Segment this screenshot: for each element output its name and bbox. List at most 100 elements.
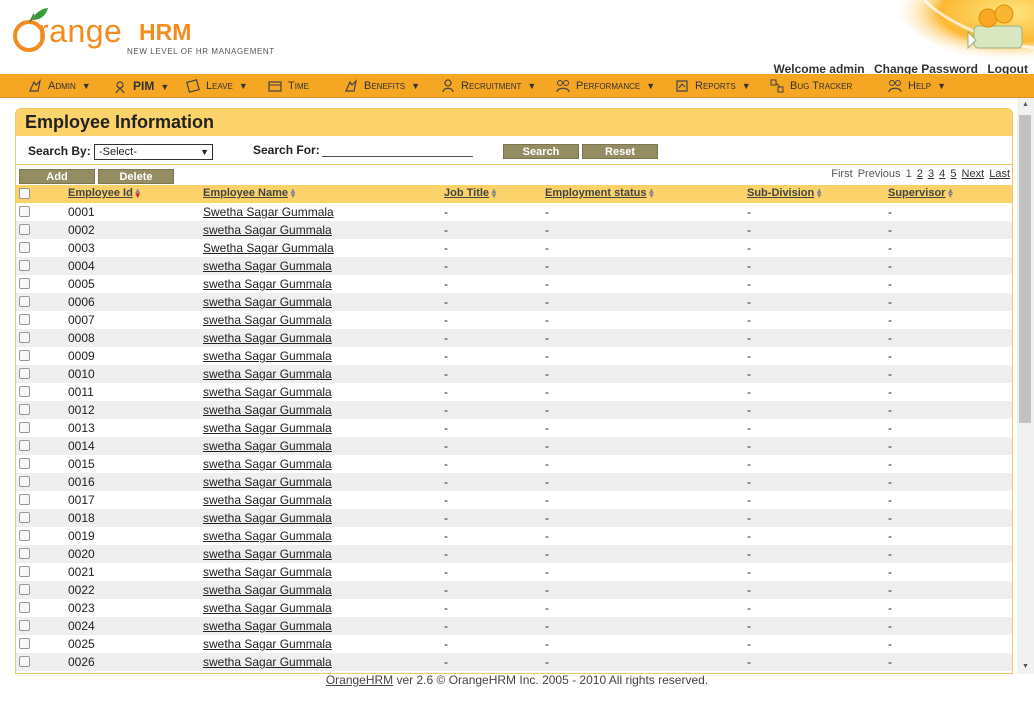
pager-page-4[interactable]: 4 — [939, 168, 945, 180]
footer-orangehrm-link[interactable]: OrangeHRM — [326, 673, 393, 687]
employee-name-link[interactable]: swetha Sagar Gummala — [203, 349, 332, 363]
menu-item-bug-tracker[interactable]: Bug Tracker — [770, 74, 852, 98]
employee-name-link[interactable]: swetha Sagar Gummala — [203, 223, 332, 237]
search-by-select[interactable]: -Select- ▼ — [94, 144, 213, 160]
row-checkbox[interactable] — [19, 566, 30, 577]
row-checkbox[interactable] — [19, 260, 30, 271]
reset-button[interactable]: Reset — [582, 144, 658, 159]
column-employee-name[interactable]: Employee Name ▲ ▼ — [203, 187, 297, 200]
employee-name-link[interactable]: swetha Sagar Gummala — [203, 583, 332, 597]
scroll-down-icon[interactable]: ▼ — [1017, 660, 1034, 674]
row-checkbox[interactable] — [19, 458, 30, 469]
main-menu: Admin ▼ PIM ▼ Leave ▼ Time Benefits ▼ Recrui… — [0, 74, 1034, 98]
employee-name-link[interactable]: swetha Sagar Gummala — [203, 331, 332, 345]
employee-name-link[interactable]: swetha Sagar Gummala — [203, 655, 332, 669]
employee-name-link[interactable]: swetha Sagar Gummala — [203, 295, 332, 309]
row-checkbox[interactable] — [19, 332, 30, 343]
search-for-input[interactable] — [322, 142, 473, 157]
vertical-scrollbar[interactable]: ▲ ▼ — [1017, 98, 1034, 674]
delete-button[interactable]: Delete — [98, 169, 174, 184]
row-checkbox[interactable] — [19, 242, 30, 253]
column-employment-status[interactable]: Employment status ▲ ▼ — [545, 187, 655, 200]
pager-page-5[interactable]: 5 — [950, 168, 956, 180]
employee-id-cell: 0014 — [68, 439, 95, 453]
row-checkbox[interactable] — [19, 584, 30, 595]
row-checkbox[interactable] — [19, 386, 30, 397]
employment-status-cell: - — [545, 385, 549, 399]
chevron-down-icon: ▼ — [646, 81, 656, 91]
employee-name-link[interactable]: swetha Sagar Gummala — [203, 475, 332, 489]
employee-name-link[interactable]: swetha Sagar Gummala — [203, 403, 332, 417]
column-supervisor[interactable]: Supervisor ▲ ▼ — [888, 187, 954, 200]
supervisor-cell: - — [888, 313, 892, 327]
employee-name-link[interactable]: swetha Sagar Gummala — [203, 565, 332, 579]
menu-item-help[interactable]: Help ▼ — [888, 74, 946, 98]
scroll-up-icon[interactable]: ▲ — [1017, 98, 1034, 112]
menu-item-pim[interactable]: PIM ▼ — [113, 74, 169, 98]
job-title-cell: - — [444, 601, 448, 615]
row-checkbox[interactable] — [19, 206, 30, 217]
employee-name-link[interactable]: swetha Sagar Gummala — [203, 619, 332, 633]
pager-next[interactable]: Next — [962, 168, 985, 180]
add-button[interactable]: Add — [19, 169, 95, 184]
employee-name-link[interactable]: swetha Sagar Gummala — [203, 385, 332, 399]
row-checkbox[interactable] — [19, 656, 30, 667]
search-for-label: Search For: — [253, 143, 320, 157]
search-button[interactable]: Search — [503, 144, 579, 159]
employment-status-cell: - — [545, 421, 549, 435]
employee-name-link[interactable]: swetha Sagar Gummala — [203, 421, 332, 435]
row-checkbox[interactable] — [19, 548, 30, 559]
pim-icon — [115, 81, 125, 94]
menu-item-time[interactable]: Time — [268, 74, 309, 98]
menu-item-admin[interactable]: Admin ▼ — [28, 74, 91, 98]
employee-name-link[interactable]: swetha Sagar Gummala — [203, 313, 332, 327]
menu-item-recruitment[interactable]: Recruitment ▼ — [441, 74, 536, 98]
employee-name-link[interactable]: swetha Sagar Gummala — [203, 457, 332, 471]
row-checkbox[interactable] — [19, 602, 30, 613]
row-checkbox[interactable] — [19, 314, 30, 325]
pager-page-2[interactable]: 2 — [917, 168, 923, 180]
employee-name-link[interactable]: swetha Sagar Gummala — [203, 529, 332, 543]
employee-name-link[interactable]: swetha Sagar Gummala — [203, 367, 332, 381]
scroll-thumb[interactable] — [1019, 115, 1031, 423]
employee-id-cell: 0022 — [68, 583, 95, 597]
employee-name-link[interactable]: swetha Sagar Gummala — [203, 493, 332, 507]
menu-item-performance[interactable]: Performance ▼ — [556, 74, 655, 98]
menu-item-reports[interactable]: Reports ▼ — [675, 74, 751, 98]
employee-name-link[interactable]: swetha Sagar Gummala — [203, 601, 332, 615]
row-checkbox[interactable] — [19, 494, 30, 505]
row-checkbox[interactable] — [19, 440, 30, 451]
employee-name-link[interactable]: swetha Sagar Gummala — [203, 439, 332, 453]
sub-division-cell: - — [747, 259, 751, 273]
row-checkbox[interactable] — [19, 350, 30, 361]
row-checkbox[interactable] — [19, 422, 30, 433]
row-checkbox[interactable] — [19, 476, 30, 487]
employee-name-link[interactable]: swetha Sagar Gummala — [203, 277, 332, 291]
employee-name-link[interactable]: swetha Sagar Gummala — [203, 259, 332, 273]
row-checkbox[interactable] — [19, 278, 30, 289]
row-checkbox[interactable] — [19, 638, 30, 649]
orangehrm-logo[interactable]: range HRM NEW LEVEL OF HR MANAGEMENT — [12, 6, 282, 62]
employee-name-link[interactable]: Swetha Sagar Gummala — [203, 205, 334, 219]
row-checkbox[interactable] — [19, 368, 30, 379]
row-checkbox[interactable] — [19, 620, 30, 631]
supervisor-cell: - — [888, 385, 892, 399]
row-checkbox[interactable] — [19, 404, 30, 415]
pager-last[interactable]: Last — [989, 168, 1010, 180]
row-checkbox[interactable] — [19, 224, 30, 235]
row-checkbox[interactable] — [19, 512, 30, 523]
employee-name-link[interactable]: swetha Sagar Gummala — [203, 547, 332, 561]
column-job-title[interactable]: Job Title ▲ ▼ — [444, 187, 498, 200]
menu-item-leave[interactable]: Leave ▼ — [186, 74, 248, 98]
row-checkbox[interactable] — [19, 296, 30, 307]
employee-name-link[interactable]: Swetha Sagar Gummala — [203, 241, 334, 255]
pager-page-3[interactable]: 3 — [928, 168, 934, 180]
select-all-checkbox[interactable] — [19, 188, 30, 199]
employee-name-link[interactable]: swetha Sagar Gummala — [203, 511, 332, 525]
logo-tagline: NEW LEVEL OF HR MANAGEMENT — [127, 47, 275, 56]
employee-name-link[interactable]: swetha Sagar Gummala — [203, 637, 332, 651]
row-checkbox[interactable] — [19, 530, 30, 541]
menu-item-benefits[interactable]: Benefits ▼ — [344, 74, 420, 98]
column-employee-id[interactable]: Employee Id ▲ ▼ — [68, 187, 142, 200]
column-sub-division[interactable]: Sub-Division ▲ ▼ — [747, 187, 823, 200]
